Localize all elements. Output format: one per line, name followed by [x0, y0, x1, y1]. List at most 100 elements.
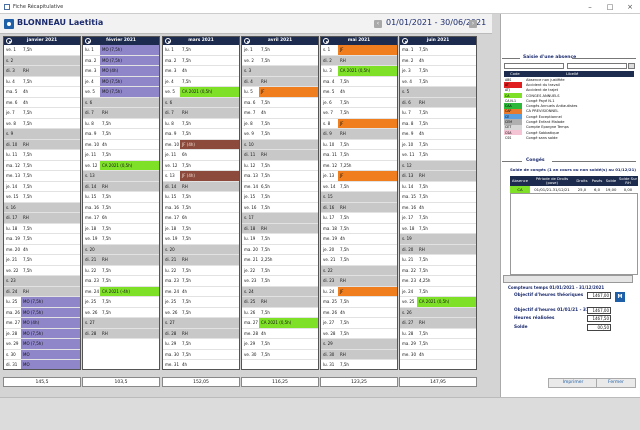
- day-row[interactable]: lu. 19 7,5h: [242, 234, 318, 245]
- day-row[interactable]: ve. 26 7,5h: [83, 308, 159, 318]
- day-row[interactable]: je. 4 7,5h: [163, 77, 239, 87]
- day-row[interactable]: ma. 19 7,5h: [4, 234, 80, 245]
- day-row[interactable]: lu. 4 7,5h: [4, 77, 80, 87]
- day-row[interactable]: me. 19 4h: [321, 234, 397, 245]
- day-row[interactable]: di. 17 RH: [4, 213, 80, 224]
- day-row[interactable]: je. 6 7,5h: [321, 98, 397, 108]
- day-row[interactable]: ve. 12 7,5h: [163, 161, 239, 171]
- day-row[interactable]: lu. 5 JF: [242, 87, 318, 98]
- day-row[interactable]: lu. 17 7,5h: [321, 213, 397, 224]
- day-row[interactable]: ma. 25 7,5h: [321, 297, 397, 308]
- day-row[interactable]: di. 6 RH: [400, 97, 476, 108]
- day-row[interactable]: s. 15: [321, 192, 397, 203]
- day-row[interactable]: di. 25 RH: [242, 297, 318, 308]
- day-row[interactable]: me. 10 4h: [83, 140, 159, 150]
- day-row[interactable]: ma. 16 7,5h: [163, 203, 239, 213]
- day-row[interactable]: lu. 12 7,5h: [242, 161, 318, 171]
- day-row[interactable]: ma. 16 7,5h: [83, 203, 159, 213]
- day-row[interactable]: ve. 19 7,5h: [83, 234, 159, 245]
- day-row[interactable]: ve. 7 7,5h: [321, 108, 397, 119]
- day-row[interactable]: me. 14 6,5h: [242, 182, 318, 192]
- day-row[interactable]: s. 13: [83, 171, 159, 182]
- day-row[interactable]: je. 7 7,5h: [4, 108, 80, 119]
- day-row[interactable]: s. 20: [163, 244, 239, 255]
- day-row[interactable]: ma. 29 7,5h: [400, 339, 476, 350]
- day-row[interactable]: je. 27 7,5h: [321, 318, 397, 329]
- day-row[interactable]: ma. 9 7,5h: [163, 129, 239, 140]
- day-row[interactable]: ma. 9 7,5h: [83, 129, 159, 140]
- day-row[interactable]: di. 16 RH: [321, 202, 397, 213]
- day-row[interactable]: je. 4 MO (7,5h): [83, 76, 159, 87]
- day-row[interactable]: lu. 31 7,5h: [321, 360, 397, 369]
- day-row[interactable]: lu. 28 7,5h: [400, 329, 476, 339]
- day-row[interactable]: je. 15 7,5h: [242, 192, 318, 203]
- day-row[interactable]: me. 21 2,25h: [242, 255, 318, 266]
- day-row[interactable]: lu. 15 7,5h: [83, 192, 159, 203]
- day-row[interactable]: me. 20 4h: [4, 245, 80, 255]
- day-row[interactable]: di. 21 RH: [83, 255, 159, 266]
- day-row[interactable]: me. 16 4h: [400, 203, 476, 213]
- day-row[interactable]: di. 28 RH: [83, 328, 159, 339]
- conges-row[interactable]: CA 01/01/21-31/12/21 25,0 6,0 19,00 0,00: [510, 186, 638, 193]
- day-row[interactable]: je. 10 7,5h: [400, 140, 476, 150]
- day-row[interactable]: ma. 2 7,5h: [163, 56, 239, 66]
- day-row[interactable]: je. 3 7,5h: [400, 66, 476, 77]
- absence-start-input[interactable]: [504, 63, 564, 69]
- day-row[interactable]: s. 30 MO: [4, 349, 80, 360]
- day-row[interactable]: ma. 30 7,5h: [163, 350, 239, 360]
- day-row[interactable]: ve. 2 7,5h: [242, 56, 318, 66]
- day-row[interactable]: me. 12 7,25h: [321, 161, 397, 171]
- day-row[interactable]: je. 11 6h: [163, 150, 239, 161]
- day-row[interactable]: lu. 3 CA 2021 (0,5h): [321, 66, 397, 77]
- day-row[interactable]: je. 8 7,5h: [242, 119, 318, 129]
- conges-scrollbar[interactable]: [503, 275, 633, 283]
- absence-item[interactable]: CSS Congé sans solde: [504, 135, 634, 141]
- day-row[interactable]: lu. 15 7,5h: [163, 192, 239, 203]
- day-row[interactable]: s. 8 JF: [321, 118, 397, 129]
- day-row[interactable]: s. 19: [400, 234, 476, 245]
- day-row[interactable]: ma. 18 7,5h: [321, 224, 397, 234]
- day-row[interactable]: s. 10: [242, 139, 318, 150]
- day-row[interactable]: je. 1 7,5h: [242, 45, 318, 56]
- minimize-button[interactable]: –: [580, 0, 600, 14]
- day-row[interactable]: ma. 15 7,5h: [400, 192, 476, 203]
- day-row[interactable]: je. 17 7,5h: [400, 213, 476, 224]
- day-row[interactable]: je. 14 7,5h: [4, 182, 80, 192]
- day-row[interactable]: di. 4 RH: [242, 76, 318, 87]
- day-row[interactable]: je. 18 7,5h: [83, 224, 159, 234]
- day-row[interactable]: di. 7 RH: [163, 108, 239, 119]
- day-row[interactable]: me. 17 6h: [163, 213, 239, 224]
- day-row[interactable]: lu. 14 7,5h: [400, 182, 476, 192]
- day-row[interactable]: je. 13 JF: [321, 171, 397, 182]
- eye-icon[interactable]: [402, 38, 408, 44]
- day-row[interactable]: ve. 4 7,5h: [400, 77, 476, 87]
- day-row[interactable]: me. 24 4h: [163, 287, 239, 297]
- eye-icon[interactable]: [244, 38, 250, 44]
- day-row[interactable]: je. 22 7,5h: [242, 266, 318, 276]
- day-row[interactable]: lu. 21 7,5h: [400, 255, 476, 266]
- day-row[interactable]: ma. 13 7,5h: [242, 171, 318, 182]
- day-row[interactable]: ve. 15 7,5h: [4, 192, 80, 203]
- absence-end-input[interactable]: [567, 63, 627, 69]
- day-row[interactable]: me. 31 4h: [163, 360, 239, 369]
- day-row[interactable]: ve. 11 7,5h: [400, 150, 476, 161]
- day-row[interactable]: di. 24 RH: [4, 286, 80, 297]
- day-row[interactable]: ma. 20 7,5h: [242, 245, 318, 255]
- day-row[interactable]: je. 24 7,5h: [400, 287, 476, 297]
- day-row[interactable]: s. 27: [83, 318, 159, 329]
- eye-icon[interactable]: [165, 38, 171, 44]
- day-row[interactable]: lu. 24 JF: [321, 286, 397, 297]
- day-row[interactable]: ma. 26 MO (7,5h): [4, 307, 80, 318]
- day-row[interactable]: lu. 10 7,5h: [321, 140, 397, 150]
- day-row[interactable]: di. 11 RH: [242, 150, 318, 161]
- day-row[interactable]: s. 26: [400, 307, 476, 318]
- day-row[interactable]: di. 2 RH: [321, 55, 397, 66]
- day-row[interactable]: s. 13 JF (4h): [163, 171, 239, 182]
- day-row[interactable]: lu. 25 MO (7,5h): [4, 297, 80, 308]
- day-row[interactable]: di. 20 RH: [400, 244, 476, 255]
- day-row[interactable]: ve. 16 7,5h: [242, 203, 318, 213]
- day-row[interactable]: di. 13 RH: [400, 171, 476, 182]
- day-row[interactable]: je. 21 7,5h: [4, 255, 80, 266]
- day-row[interactable]: di. 10 RH: [4, 139, 80, 150]
- dropdown-chevron-icon[interactable]: [628, 63, 635, 69]
